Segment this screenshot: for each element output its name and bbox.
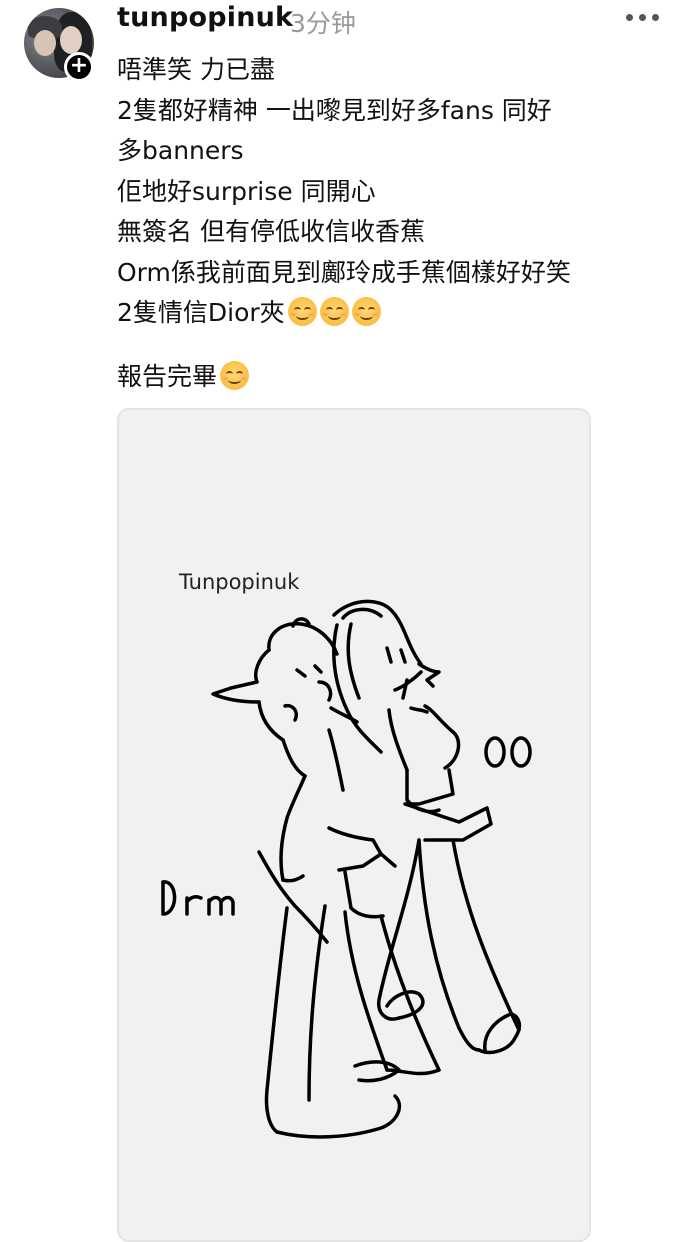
post-line: 2隻都好精神 一出嚟見到好多fans 同好 [117, 95, 552, 125]
smiling-face-icon [351, 297, 381, 326]
post-line: 佢地好surprise 同開心 [117, 176, 376, 206]
sketch-drawing [161, 599, 532, 1139]
post-time: 3分钟 [290, 9, 356, 38]
plus-icon: + [69, 53, 89, 78]
more-dots-icon [626, 14, 633, 21]
smiling-face-icon [319, 297, 349, 326]
more-options-button[interactable] [626, 14, 659, 21]
smiling-face-icon [287, 297, 317, 326]
post-line-emoji: 2隻情信Dior夾 [117, 293, 677, 334]
post-line: 無簽名 但有停低收信收香蕉 [117, 217, 425, 246]
username[interactable]: tunpopinuk [117, 2, 293, 33]
post-line-emoji: 報告完畢 [117, 357, 677, 398]
smiling-face-icon [220, 360, 250, 390]
post-line: 多banners [117, 136, 244, 165]
post-image[interactable]: Tunpopinuk [117, 408, 591, 1242]
post-body: 唔準笑 力已盡 2隻都好精神 一出嚟見到好多fans 同好 多banners 佢… [117, 50, 677, 397]
follow-button[interactable]: + [64, 52, 94, 82]
post-line: 唔準笑 力已盡 [117, 55, 275, 84]
post-line: Orm係我前面見到鄺玲成手蕉個樣好好笑 [117, 257, 571, 287]
